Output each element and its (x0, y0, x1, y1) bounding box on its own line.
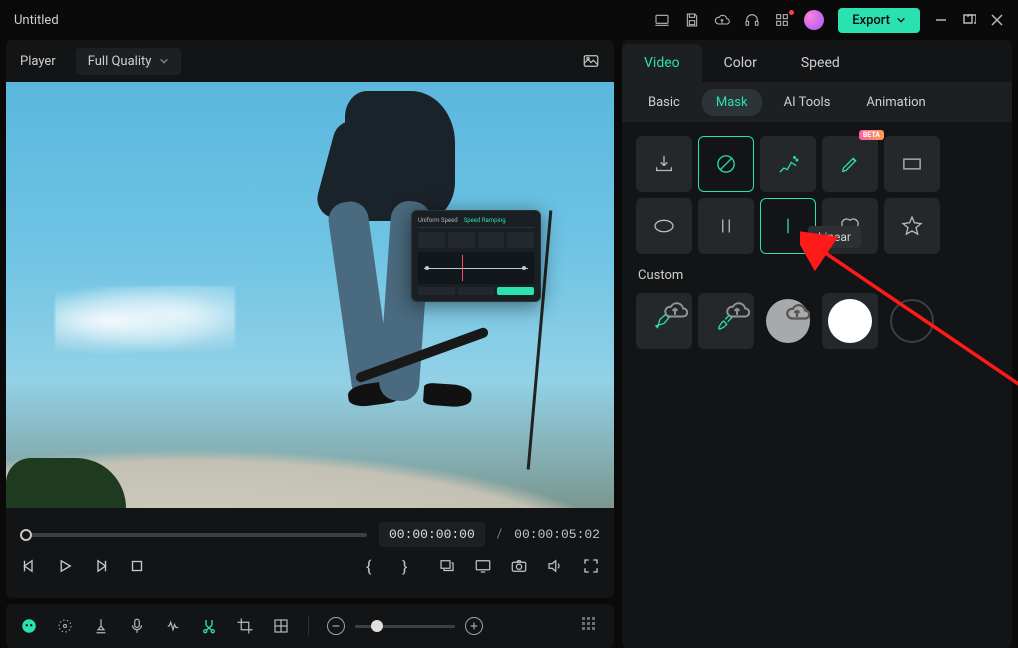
window-maximize-button[interactable] (962, 13, 976, 27)
sidebar-tabs: Video Color Speed (622, 40, 1012, 82)
volume-icon[interactable] (546, 557, 564, 575)
custom-tile-empty-circle[interactable] (884, 293, 940, 349)
mask-tile-split[interactable] (698, 198, 754, 254)
subtab-mask[interactable]: Mask (702, 89, 762, 116)
fullscreen-icon[interactable] (582, 557, 600, 575)
overlay-preset[interactable] (418, 232, 445, 248)
device-icon[interactable] (654, 12, 670, 28)
headphones-icon[interactable] (744, 12, 760, 28)
zoom-in-button[interactable] (465, 617, 483, 635)
zoom-slider[interactable] (355, 625, 455, 628)
auto-cut-icon[interactable] (200, 617, 218, 635)
mask-tile-smart[interactable] (760, 136, 816, 192)
voiceover-icon[interactable] (128, 617, 146, 635)
seek-thumb[interactable] (20, 529, 32, 541)
overlay-ok[interactable] (497, 287, 534, 295)
brace-close-icon[interactable]: } (402, 557, 420, 575)
ai-icon[interactable] (20, 617, 38, 635)
window-title: Untitled (14, 13, 59, 28)
mask-tile-star[interactable] (884, 198, 940, 254)
stop-button[interactable] (128, 557, 146, 575)
mask-tile-none[interactable] (698, 136, 754, 192)
overlay-save-preset[interactable] (458, 287, 495, 295)
mask-tile-ellipse[interactable] (636, 198, 692, 254)
chevron-down-icon (896, 15, 906, 25)
speed-ramping-overlay[interactable]: Uniform Speed Speed Ramping (411, 210, 541, 302)
overlay-graph[interactable] (418, 252, 534, 284)
camera-icon[interactable] (510, 557, 528, 575)
title-bar: Untitled Export (0, 0, 1018, 40)
quality-value: Full Quality (88, 54, 152, 69)
timeline-toolbar (6, 604, 614, 648)
seek-bar[interactable] (20, 533, 367, 537)
custom-tile-gray-circle[interactable] (760, 293, 816, 349)
video-preview[interactable]: Uniform Speed Speed Ramping (6, 82, 614, 508)
display-icon[interactable] (474, 557, 492, 575)
quality-select[interactable]: Full Quality (76, 48, 182, 75)
overlay-tab-ramping[interactable]: Speed Ramping (464, 217, 506, 224)
subtab-animation[interactable]: Animation (852, 89, 939, 116)
player-panel: Player Full Quality (6, 40, 614, 598)
properties-sidebar: Video Color Speed Basic Mask AI Tools An… (622, 40, 1012, 648)
apps-grid-icon[interactable] (774, 12, 790, 28)
current-time: 00:00:00:00 (379, 522, 485, 547)
zoom-out-button[interactable] (327, 617, 345, 635)
beta-badge: BETA (859, 130, 884, 140)
custom-tile-brush[interactable] (698, 293, 754, 349)
tab-color[interactable]: Color (702, 44, 779, 82)
cloud-upload-icon[interactable] (714, 12, 730, 28)
overlay-reset[interactable] (418, 287, 455, 295)
custom-section-label: Custom (638, 268, 998, 283)
tooltip-linear: Linear (808, 226, 861, 248)
mask-tile-rectangle[interactable] (884, 136, 940, 192)
export-button[interactable]: Export (838, 8, 920, 33)
mask-tile-draw[interactable]: BETA (822, 136, 878, 192)
custom-tile-pen[interactable] (636, 293, 692, 349)
zoom-thumb[interactable] (371, 620, 383, 632)
window-minimize-button[interactable] (934, 13, 948, 27)
audio-beat-icon[interactable] (164, 617, 182, 635)
grid-icon[interactable] (272, 617, 290, 635)
overlay-preset[interactable] (448, 232, 475, 248)
overlay-preset[interactable] (507, 232, 534, 248)
subtab-ai-tools[interactable]: AI Tools (770, 89, 845, 116)
play-button[interactable] (56, 557, 74, 575)
export-label: Export (852, 13, 890, 28)
adjust-icon[interactable] (56, 617, 74, 635)
chevron-down-icon (159, 56, 169, 66)
subtab-basic[interactable]: Basic (634, 89, 694, 116)
marker-icon[interactable] (92, 617, 110, 635)
tab-video[interactable]: Video (622, 44, 702, 82)
overlay-tab-uniform[interactable]: Uniform Speed (418, 217, 458, 224)
tab-speed[interactable]: Speed (779, 44, 862, 82)
save-icon[interactable] (684, 12, 700, 28)
mask-tile-import[interactable] (636, 136, 692, 192)
snapshot-icon[interactable] (582, 52, 600, 70)
crop-icon[interactable] (236, 617, 254, 635)
window-close-button[interactable] (990, 13, 1004, 27)
custom-tile-white-circle[interactable] (822, 293, 878, 349)
avatar[interactable] (804, 10, 824, 30)
sidebar-subtabs: Basic Mask AI Tools Animation (622, 82, 1012, 122)
player-label: Player (20, 54, 56, 69)
aspect-icon[interactable] (438, 557, 456, 575)
drag-handle-icon[interactable] (582, 617, 600, 635)
total-time: 00:00:05:02 (514, 527, 600, 542)
overlay-preset[interactable] (478, 232, 505, 248)
prev-frame-button[interactable] (20, 557, 38, 575)
brace-open-icon[interactable]: { (366, 557, 384, 575)
time-separator: / (497, 527, 502, 542)
next-frame-button[interactable] (92, 557, 110, 575)
